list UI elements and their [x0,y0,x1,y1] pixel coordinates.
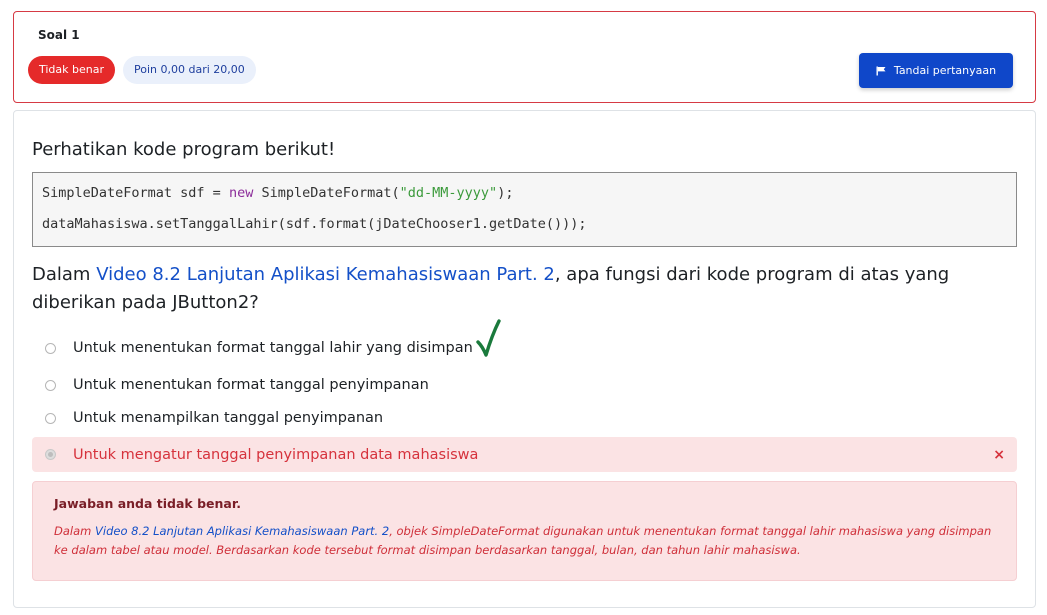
checkmark-icon [476,319,501,357]
answer-label: Untuk menentukan format tanggal penyimpa… [73,377,429,393]
grade-badge: Poin 0,00 dari 20,00 [123,56,256,84]
answer-radio[interactable] [45,412,56,424]
feedback-video-link[interactable]: Video 8.2 Lanjutan Aplikasi Kemahasiswaa… [95,524,389,538]
video-link[interactable]: Video 8.2 Lanjutan Aplikasi Kemahasiswaa… [96,264,555,285]
answer-label: Untuk menampilkan tanggal penyimpanan [73,410,384,426]
code-block: SimpleDateFormat sdf = new SimpleDateFor… [32,172,1017,247]
feedback-title: Jawaban anda tidak benar. [54,496,241,511]
code-line-2: dataMahasiswa.setTanggalLahir(sdf.format… [42,216,587,232]
answer-radio[interactable] [45,342,56,354]
question-info-box: Soal 1 Tidak benar Poin 0,00 dari 20,00 … [13,11,1036,103]
code-text: SimpleDateFormat( [253,185,400,201]
code-line-1: SimpleDateFormat sdf = new SimpleDateFor… [42,185,513,201]
question-number: Soal 1 [38,28,80,42]
code-text: SimpleDateFormat sdf = [42,185,229,201]
feedback-text: Dalam Video 8.2 Lanjutan Aplikasi Kemaha… [54,522,999,560]
question-text: Dalam Video 8.2 Lanjutan Aplikasi Kemaha… [32,261,1012,317]
answer-radio[interactable] [45,379,56,391]
answer-radio-selected[interactable] [45,449,56,460]
question-text-start: Dalam [32,264,97,285]
answer-option-1[interactable]: Untuk menentukan format tanggal lahir ya… [32,331,1017,365]
code-keyword: new [228,185,254,201]
feedback-text-start: Dalam [54,524,96,538]
question-content: Perhatikan kode program berikut! SimpleD… [13,110,1036,608]
code-string: "dd-MM-yyyy" [399,185,498,201]
close-icon: × [993,446,1005,463]
answer-option-3[interactable]: Untuk menampilkan tanggal penyimpanan [32,401,1017,435]
question-intro: Perhatikan kode program berikut! [32,139,336,160]
answer-option-2[interactable]: Untuk menentukan format tanggal penyimpa… [32,368,1017,402]
feedback-box: Jawaban anda tidak benar. Dalam Video 8.… [32,481,1017,581]
flag-icon [876,66,886,75]
flag-question-button[interactable]: Tandai pertanyaan [859,53,1013,88]
answer-label: Untuk mengatur tanggal penyimpanan data … [73,446,479,463]
flag-question-label: Tandai pertanyaan [893,64,997,77]
code-text: ); [497,185,514,201]
state-badge: Tidak benar [28,56,116,84]
answer-label: Untuk menentukan format tanggal lahir ya… [73,340,473,356]
answer-option-4-selected[interactable]: Untuk mengatur tanggal penyimpanan data … [32,437,1017,472]
